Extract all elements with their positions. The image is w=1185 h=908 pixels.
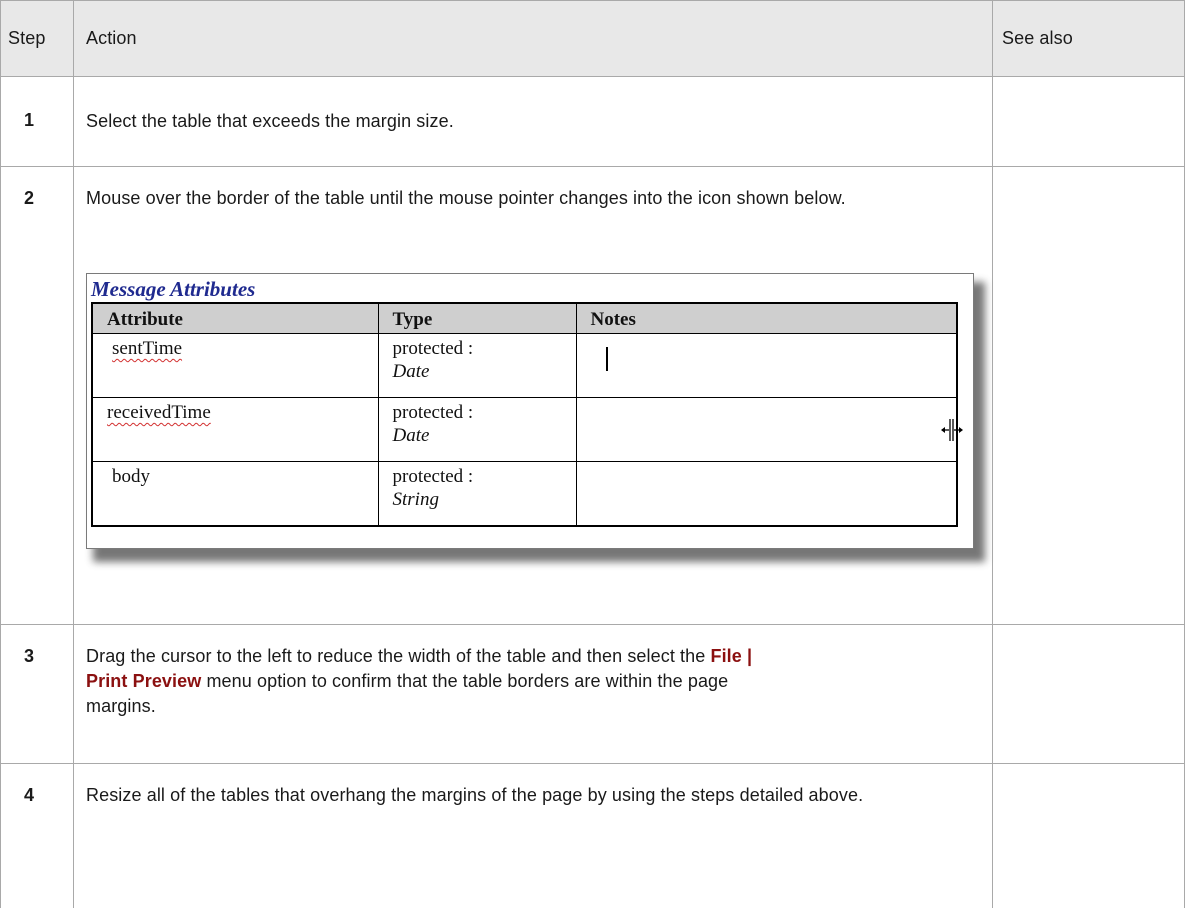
- message-attributes-screenshot: Message Attributes Attribute Type Notes …: [86, 273, 974, 549]
- step-number: 4: [24, 785, 35, 805]
- attribute-scope: protected :: [392, 402, 474, 423]
- column-header-attribute: Attribute: [91, 302, 379, 334]
- attribute-name: sentTime: [112, 338, 183, 359]
- row-divider: [0, 624, 1185, 625]
- column-header-notes: Notes: [575, 302, 958, 334]
- attribute-type: Date: [392, 425, 430, 446]
- table-row: body protected : String: [91, 461, 958, 526]
- attribute-notes: [575, 333, 958, 398]
- image-table-title: Message Attributes: [91, 277, 256, 301]
- step-number: 2: [24, 188, 35, 208]
- step-action: Mouse over the border of the table until…: [86, 188, 846, 208]
- step-action: Drag the cursor to the left to reduce th…: [86, 644, 986, 719]
- header-see-also: See also: [1002, 28, 1073, 48]
- step-action: Resize all of the tables that overhang t…: [86, 785, 864, 805]
- row-divider: [0, 166, 1185, 167]
- attribute-type: String: [392, 489, 439, 510]
- attribute-name: receivedTime: [107, 402, 211, 423]
- menu-path-file: File |: [710, 646, 753, 666]
- row-divider: [0, 763, 1185, 764]
- attribute-scope: protected :: [392, 466, 474, 487]
- attribute-scope: protected :: [392, 338, 474, 359]
- header-action: Action: [86, 28, 137, 48]
- column-divider: [0, 0, 1, 908]
- attributes-table: Attribute Type Notes sentTime protected …: [91, 302, 958, 527]
- step-number: 3: [24, 646, 35, 666]
- column-resize-cursor-icon: [941, 419, 963, 441]
- step-action-text: margins.: [86, 696, 156, 716]
- table-row: sentTime protected : Date: [91, 333, 958, 398]
- text-caret-icon: [606, 347, 608, 371]
- header-step: Step: [8, 28, 46, 48]
- step-number: 1: [24, 110, 35, 130]
- attribute-type: Date: [392, 361, 430, 382]
- table-row: receivedTime protected : Date: [91, 397, 958, 462]
- attributes-header-row: Attribute Type Notes: [91, 302, 958, 334]
- row-divider: [0, 0, 1185, 1]
- column-header-type: Type: [377, 302, 577, 334]
- menu-path-print-preview: Print Preview: [86, 671, 202, 691]
- attribute-notes: [575, 397, 958, 462]
- row-divider: [0, 76, 1185, 77]
- column-divider: [73, 0, 74, 908]
- step-action: Select the table that exceeds the margin…: [86, 111, 454, 131]
- attribute-name: body: [112, 466, 150, 487]
- column-divider: [992, 0, 993, 908]
- attribute-notes: [575, 461, 958, 526]
- step-action-text: Drag the cursor to the left to reduce th…: [86, 646, 711, 666]
- step-action-text: menu option to confirm that the table bo…: [201, 671, 729, 691]
